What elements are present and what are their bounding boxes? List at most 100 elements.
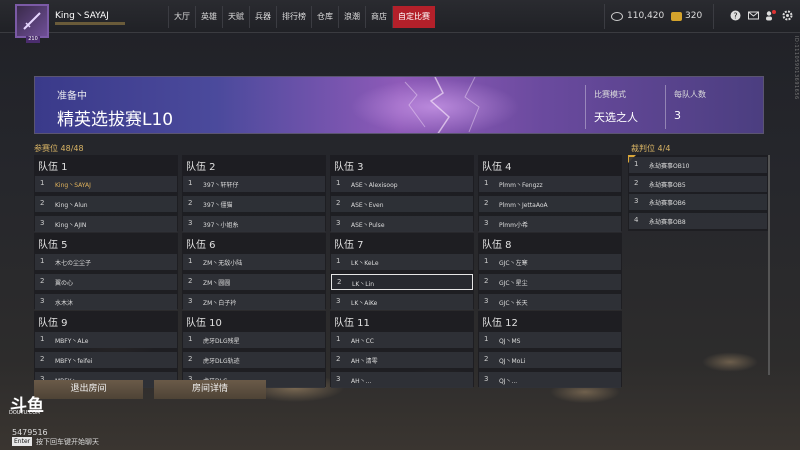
- player-slot[interactable]: 2 Plmm丶JettaAoA: [479, 196, 621, 212]
- nav-heroes[interactable]: 英雄: [195, 6, 222, 28]
- nav-custom-match[interactable]: 自定比赛: [392, 6, 435, 28]
- douyu-logo-sub: DOUYU.COM: [9, 410, 41, 416]
- team-name: 队伍 12: [482, 318, 518, 329]
- player-slot[interactable]: 3 King丶AJIN: [35, 216, 177, 232]
- player-slot[interactable]: 1 QJ丶MS: [479, 332, 621, 348]
- team-size-box: 每队人数 3: [665, 85, 755, 129]
- player-name: QJ丶...: [499, 378, 518, 385]
- leave-room-button[interactable]: 退出房间: [34, 380, 143, 399]
- player-slot[interactable]: 1 木七の尘尘子: [35, 254, 177, 270]
- referee-slot[interactable]: 4 永劫赛事OB8: [629, 212, 767, 229]
- player-slot[interactable]: 3 Plmm小希: [479, 216, 621, 232]
- player-name: MBFY丶ALe: [55, 338, 89, 345]
- player-slot[interactable]: 1 King丶SAYAJ: [35, 176, 177, 192]
- player-slot[interactable]: 1 Plmm丶Fengzz: [479, 176, 621, 192]
- player-level: 210: [26, 36, 40, 43]
- nav-talents[interactable]: 天赋: [222, 6, 249, 28]
- friends-icon[interactable]: [765, 10, 776, 21]
- slot-number: 3: [188, 219, 193, 227]
- referee-name: 永劫赛事OB8: [649, 218, 686, 226]
- player-name: ZM丶圆圆: [203, 280, 231, 287]
- player-slot[interactable]: 2 AH丶清零: [331, 352, 473, 368]
- mail-icon[interactable]: [748, 10, 759, 21]
- coin-icon: [611, 12, 623, 21]
- player-slot[interactable]: 2 LK丶Lin: [331, 274, 473, 290]
- referee-slot[interactable]: 3 永劫赛事OB6: [629, 194, 767, 210]
- player-name: QJ丶MS: [499, 338, 521, 345]
- player-slot[interactable]: 3 GJC丶长天: [479, 294, 621, 310]
- player-slot[interactable]: 2 ASE丶Even: [331, 196, 473, 212]
- player-name: GJC丶左寒: [499, 260, 528, 267]
- player-slot[interactable]: 1 AH丶CC: [331, 332, 473, 348]
- match-banner: 准备中 精英选拔赛L10 比赛模式 天选之人 每队人数 3: [34, 76, 764, 134]
- player-slot[interactable]: 2 QJ丶MoLi: [479, 352, 621, 368]
- player-name: ASE丶Alexisoop: [351, 182, 398, 189]
- nav-weapons[interactable]: 兵器: [249, 6, 276, 28]
- slot-number: 2: [40, 277, 45, 285]
- player-slot[interactable]: 2 MBFY丶feifei: [35, 352, 177, 368]
- player-slot[interactable]: 1 ZM丶无敌小陆: [183, 254, 325, 270]
- team-card: 队伍 11 1 AH丶CC 2 AH丶清零 3 AH丶...: [330, 311, 474, 388]
- player-name: 木七の尘尘子: [55, 260, 92, 267]
- slot-number: 2: [40, 355, 45, 363]
- player-slot[interactable]: 1 MBFY丶ALe: [35, 332, 177, 348]
- slot-number: 3: [484, 219, 489, 227]
- match-mode-label: 比赛模式: [594, 90, 626, 99]
- slot-number: 1: [188, 179, 193, 187]
- player-slot[interactable]: 3 QJ丶...: [479, 372, 621, 388]
- player-slot[interactable]: 3 水木沐: [35, 294, 177, 310]
- stream-room-id: 5479516: [12, 428, 48, 437]
- player-name: Plmm小希: [499, 222, 528, 229]
- player-slot[interactable]: 3 ASE丶Pulse: [331, 216, 473, 232]
- scrollbar[interactable]: [768, 155, 770, 375]
- team-card: 队伍 3 1 ASE丶Alexisoop 2 ASE丶Even 3 ASE丶Pulse: [330, 155, 474, 232]
- player-name: ZM丶无敌小陆: [203, 260, 243, 267]
- player-slot[interactable]: 3 397丶小姐糸: [183, 216, 325, 232]
- nav-warehouse[interactable]: 仓库: [311, 6, 338, 28]
- player-name: ASE丶Even: [351, 202, 384, 209]
- enter-key-badge: Enter: [12, 437, 33, 446]
- team-name: 队伍 9: [38, 318, 68, 329]
- player-slot[interactable]: 3 LK丶AiKe: [331, 294, 473, 310]
- match-mode-value: 天选之人: [594, 111, 638, 124]
- player-slot[interactable]: 1 GJC丶左寒: [479, 254, 621, 270]
- player-name: 397丶小姐糸: [203, 222, 239, 229]
- player-slot[interactable]: 2 虎牙DLG轨迹: [183, 352, 325, 368]
- participant-slots: 参赛位 48/48: [34, 144, 84, 153]
- player-slot[interactable]: 2 翼の心: [35, 274, 177, 290]
- nav-lobby[interactable]: 大厅: [168, 6, 195, 28]
- settings-gear-icon[interactable]: [782, 10, 793, 21]
- slot-number: 2: [337, 278, 342, 286]
- player-slot[interactable]: 2 397丶僵猫: [183, 196, 325, 212]
- svg-text:?: ?: [733, 12, 737, 21]
- referee-slot[interactable]: 1 永劫赛事OB10: [629, 157, 767, 173]
- nav-shop[interactable]: 商店: [365, 6, 392, 28]
- player-slot[interactable]: 1 397丶轩轩仔: [183, 176, 325, 192]
- slot-number: 1: [40, 335, 45, 343]
- player-slot[interactable]: 2 GJC丶星尘: [479, 274, 621, 290]
- player-name: LK丶AiKe: [351, 300, 378, 307]
- referee-name: 永劫赛事OB5: [649, 181, 686, 189]
- referee-slot[interactable]: 2 永劫赛事OB5: [629, 175, 767, 192]
- player-slot[interactable]: 3 ZM丶白子衿: [183, 294, 325, 310]
- player-slot[interactable]: 2 ZM丶圆圆: [183, 274, 325, 290]
- player-slot[interactable]: 3 AH丶...: [331, 372, 473, 388]
- coin-amount: 110,420: [627, 11, 665, 21]
- room-details-button[interactable]: 房间详情: [154, 380, 266, 399]
- player-name: King丶Alun: [55, 202, 88, 209]
- slot-number: 1: [188, 257, 193, 265]
- player-slot[interactable]: 1 ASE丶Alexisoop: [331, 176, 473, 192]
- slot-number: 2: [188, 355, 193, 363]
- slot-number: 1: [634, 160, 639, 168]
- help-icon[interactable]: ?: [730, 10, 741, 21]
- avatar[interactable]: [15, 4, 49, 38]
- team-name: 队伍 7: [334, 240, 364, 251]
- nav-waves[interactable]: 浪潮: [338, 6, 365, 28]
- nav-leaderboard[interactable]: 排行榜: [276, 6, 311, 28]
- player-slot[interactable]: 1 虎牙DLG残星: [183, 332, 325, 348]
- player-slot[interactable]: 2 King丶Alun: [35, 196, 177, 212]
- player-slot[interactable]: 1 LK丶KeLe: [331, 254, 473, 270]
- slot-number: 2: [484, 355, 489, 363]
- slot-number: 3: [484, 297, 489, 305]
- player-name: AH丶...: [351, 378, 372, 385]
